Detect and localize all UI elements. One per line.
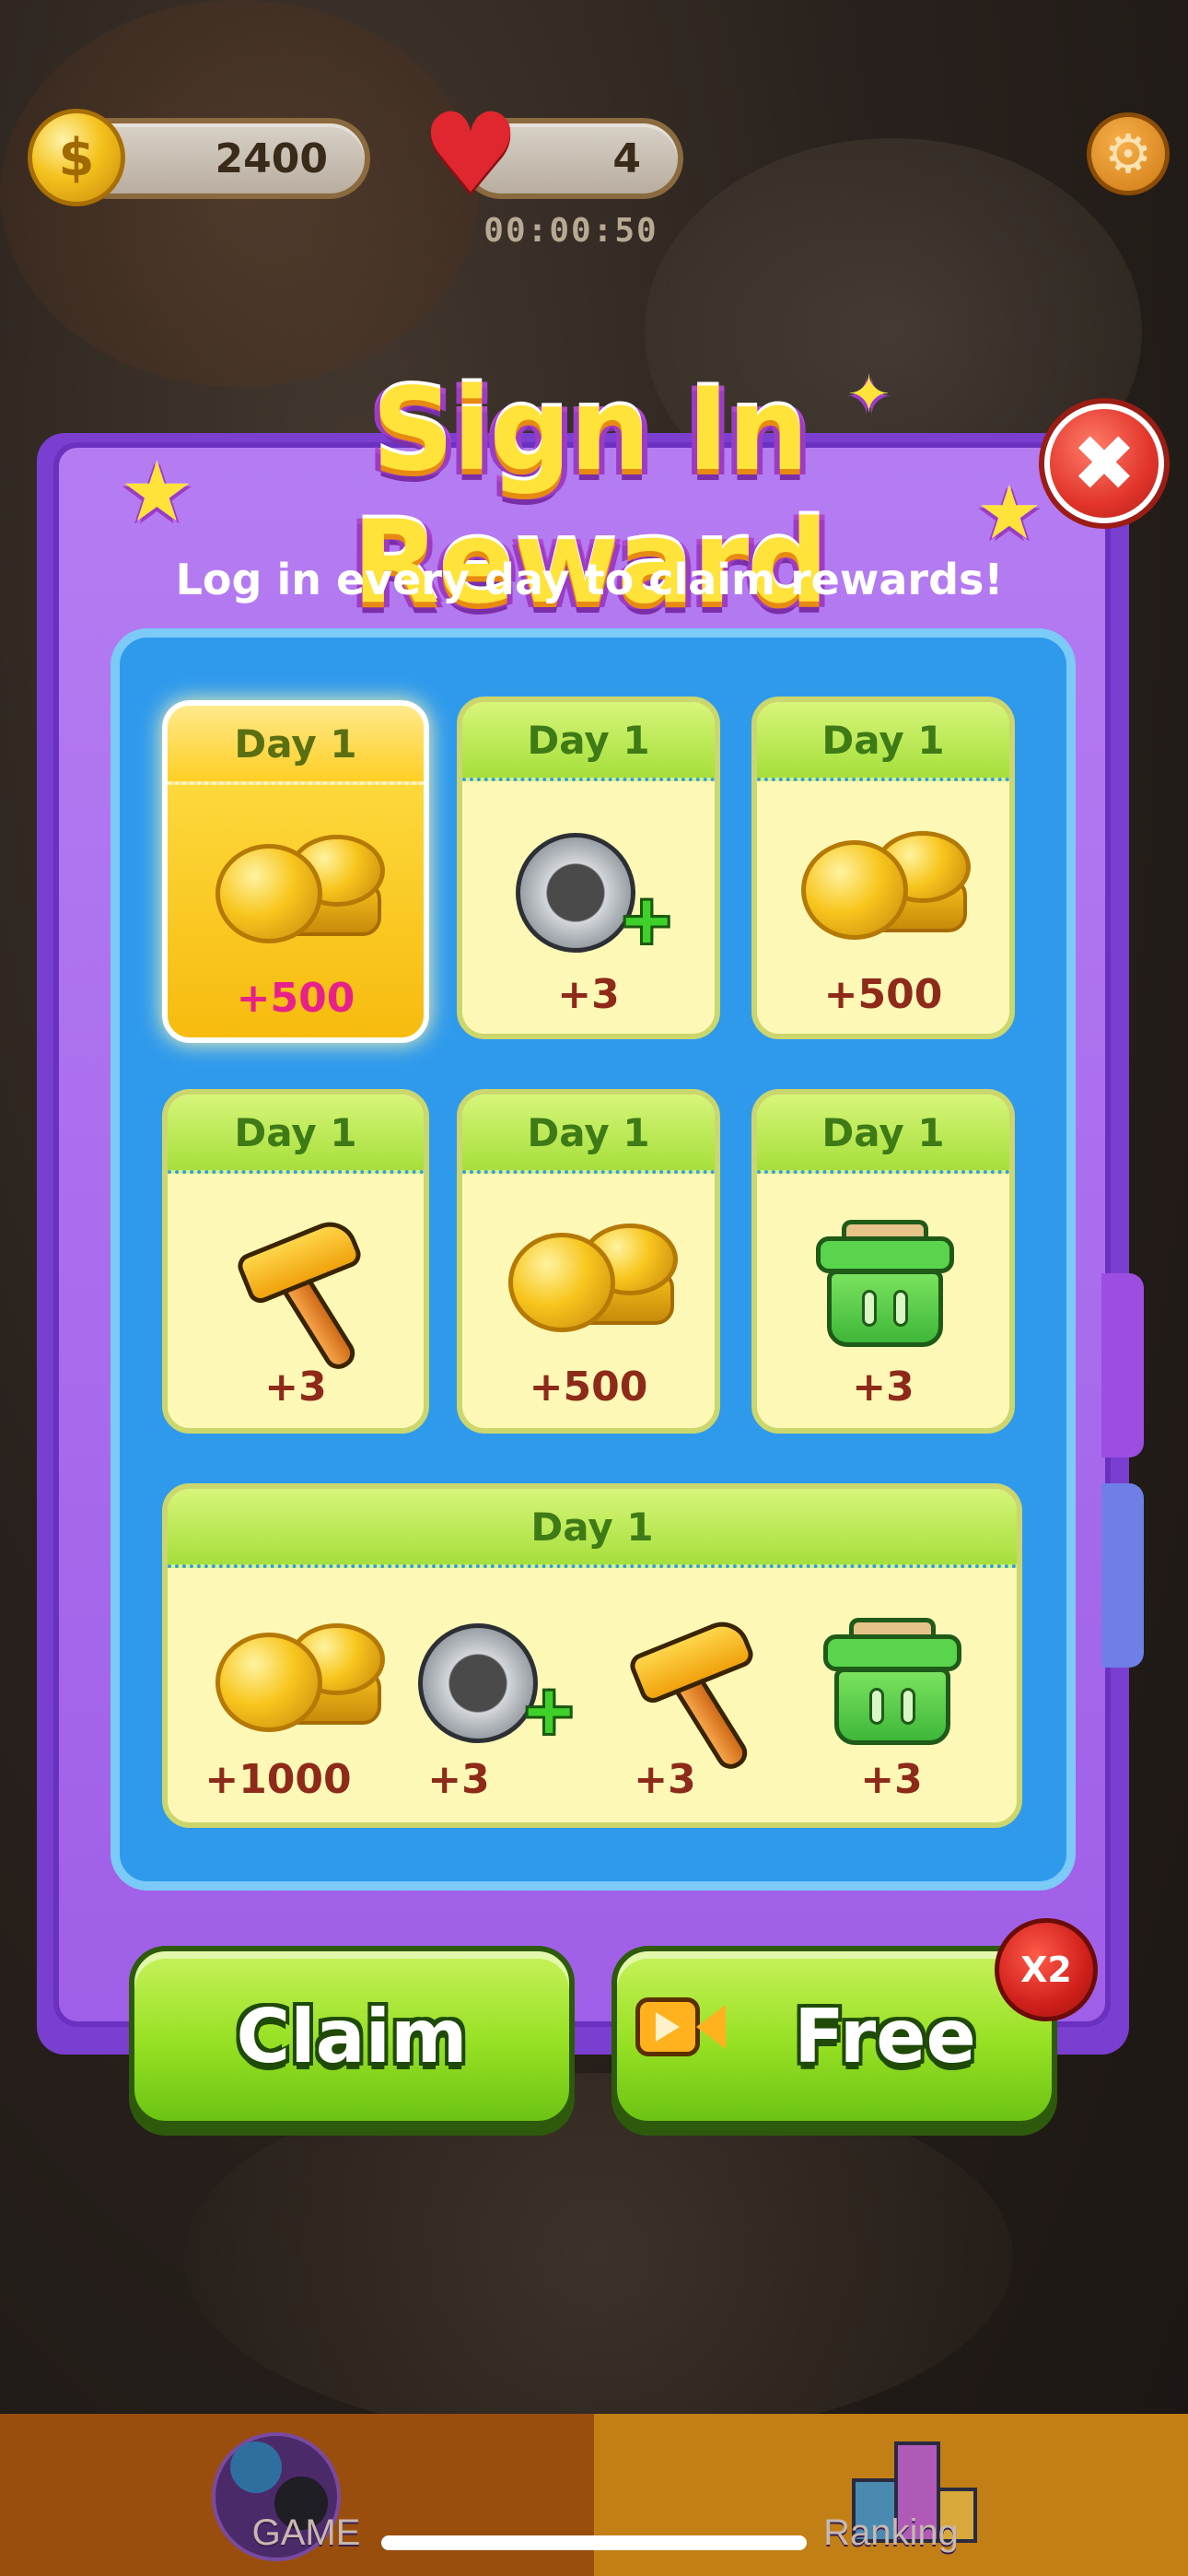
- coins-icon: [801, 822, 976, 942]
- magnet-plus-icon: +: [418, 1623, 577, 1752]
- reward-card-big[interactable]: Day 1 +1000 + +3 +3 +3: [162, 1483, 1022, 1828]
- reward-day-label: Day 1: [757, 1095, 1009, 1174]
- close-button[interactable]: ✖: [1044, 404, 1164, 523]
- reward-day-label: Day 1: [168, 1095, 424, 1174]
- coin-count: 2400: [215, 135, 328, 182]
- hammer-icon: [232, 1213, 379, 1375]
- life-timer: 00:00:50: [483, 212, 658, 250]
- reward-amount: +500: [823, 971, 943, 1018]
- dialog-subtitle: Log in every day to claim rewards!: [175, 555, 1004, 604]
- reward-amount: +3: [264, 1364, 327, 1411]
- reward-card-5[interactable]: Day 1 +500: [457, 1089, 720, 1434]
- coins-icon: [215, 1614, 390, 1734]
- sparkle-icon: ✦: [847, 365, 891, 425]
- star-icon: ★: [120, 444, 194, 541]
- reward-amount: +3: [860, 1756, 923, 1803]
- x2-multiplier-badge: X2: [995, 1918, 1098, 2021]
- reward-amount: +1000: [204, 1756, 352, 1803]
- bookmark-ribbon-blue: [1101, 1483, 1144, 1668]
- reward-amount: +500: [236, 975, 355, 1022]
- reward-day-label: Day 1: [168, 706, 424, 785]
- claim-label: Claim: [236, 1993, 468, 2079]
- star-icon: ★: [976, 470, 1042, 556]
- magnet-plus-icon: +: [516, 833, 674, 962]
- free-label: Free: [794, 1993, 976, 2079]
- bookmark-ribbon-purple: [1101, 1273, 1144, 1458]
- home-indicator[interactable]: [381, 2535, 807, 2550]
- lives-count: 4: [612, 135, 641, 182]
- reward-amount: +3: [557, 971, 620, 1018]
- reward-amount: +3: [427, 1756, 490, 1803]
- reward-day-label: Day 1: [757, 702, 1009, 781]
- reward-amount: +3: [634, 1756, 696, 1803]
- tab-game[interactable]: GAME: [0, 2414, 594, 2576]
- basket-icon: [816, 1220, 954, 1349]
- coins-icon: [215, 825, 390, 945]
- video-camera-icon: [635, 1990, 728, 2064]
- basket-icon: [823, 1618, 961, 1747]
- reward-amount: +500: [529, 1364, 648, 1411]
- reward-card-4[interactable]: Day 1 +3: [162, 1089, 429, 1434]
- reward-day-label: Day 1: [462, 1095, 715, 1174]
- heart-icon: ♥: [421, 90, 520, 218]
- reward-card-3[interactable]: Day 1 +500: [751, 697, 1015, 1039]
- reward-card-6[interactable]: Day 1 +3: [751, 1089, 1015, 1434]
- tab-ranking[interactable]: Ranking: [594, 2414, 1188, 2576]
- tab-ranking-label: Ranking: [823, 2512, 959, 2553]
- coin-icon: $: [28, 109, 125, 206]
- close-icon: ✖: [1071, 418, 1137, 509]
- reward-day-label: Day 1: [462, 702, 715, 781]
- claim-button[interactable]: Claim: [129, 1946, 575, 2126]
- tab-game-label: GAME: [251, 2512, 361, 2553]
- reward-card-1[interactable]: Day 1 +500: [162, 700, 429, 1043]
- hammer-icon: [624, 1613, 772, 1774]
- coins-icon: [508, 1214, 683, 1334]
- x2-label: X2: [1020, 1950, 1072, 1990]
- gear-icon[interactable]: ⚙: [1087, 112, 1170, 195]
- reward-day-label: Day 1: [168, 1489, 1017, 1568]
- reward-amount: +3: [852, 1364, 914, 1411]
- reward-card-2[interactable]: Day 1 + +3: [457, 697, 720, 1039]
- bottom-nav: GAME Ranking: [0, 2414, 1188, 2576]
